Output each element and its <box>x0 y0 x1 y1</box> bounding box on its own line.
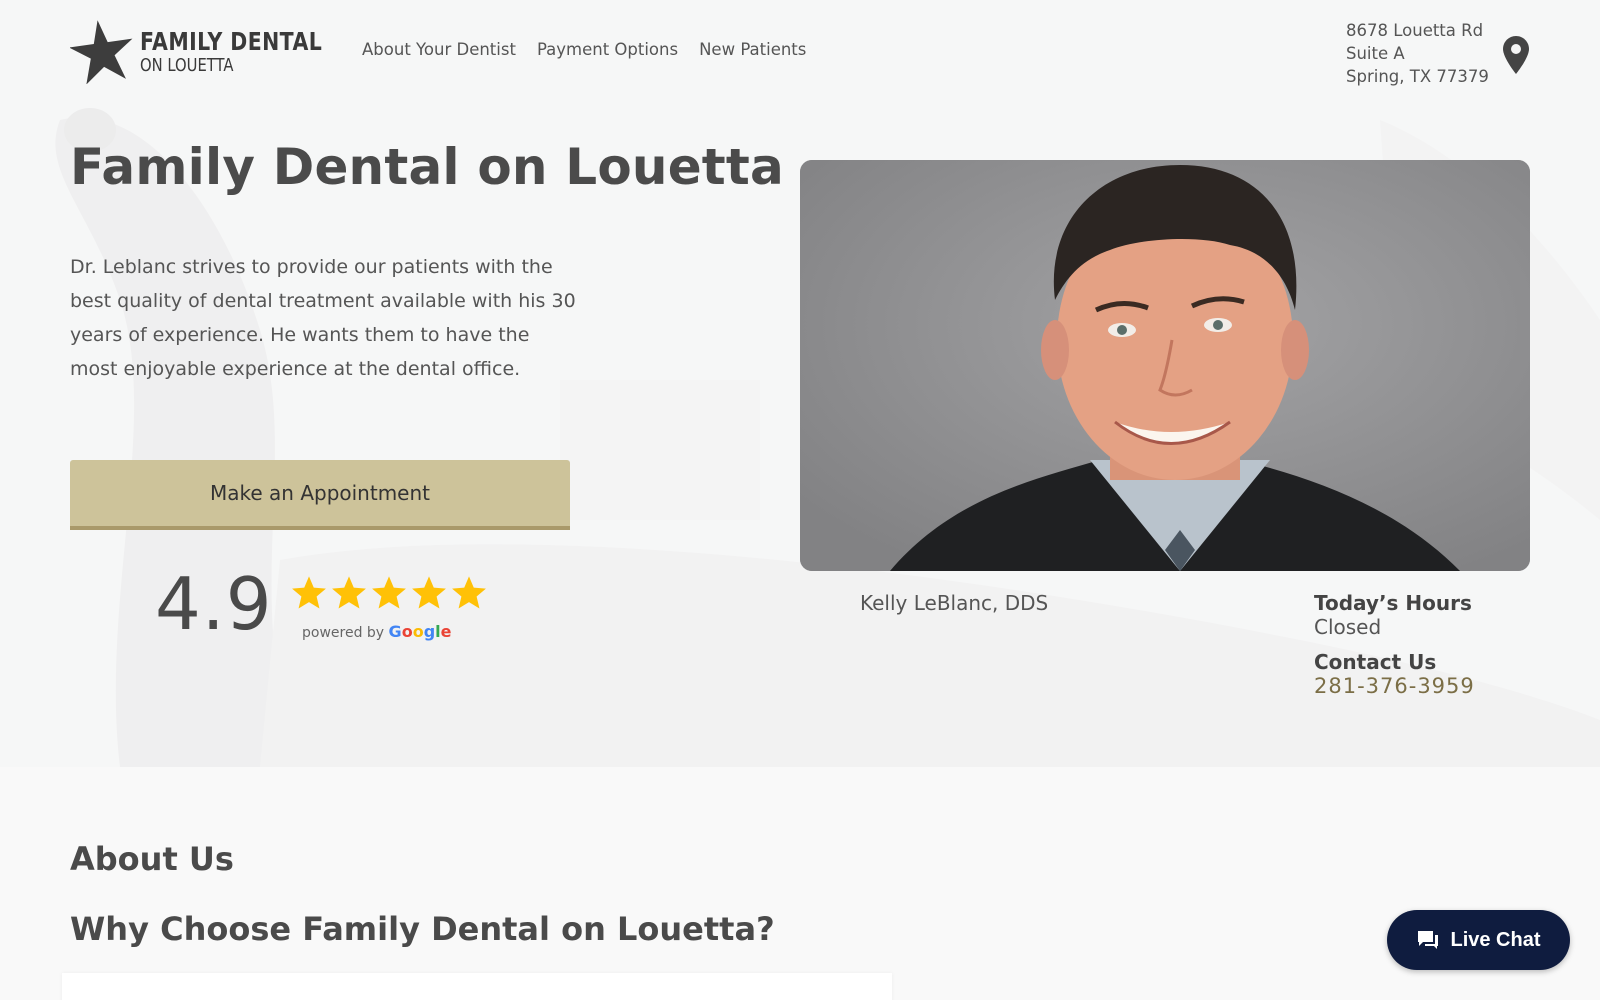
logo-line-2: ON LOUETTA <box>140 55 234 76</box>
dentist-photo <box>800 160 1530 571</box>
star-icon <box>332 576 366 609</box>
star-icon <box>372 576 406 609</box>
address-line-3: Spring, TX 77379 <box>1346 67 1489 86</box>
content-card <box>62 973 892 1000</box>
live-chat-label: Live Chat <box>1450 928 1541 951</box>
dentist-portrait-image <box>800 160 1530 571</box>
about-heading: About Us <box>70 840 234 878</box>
site-logo[interactable]: FAMILY DENTAL ON LOUETTA <box>70 20 362 84</box>
chat-bubble-icon <box>1418 931 1439 949</box>
phone-link[interactable]: 281-376-3959 <box>1314 674 1475 698</box>
page-title: Family Dental on Louetta <box>70 138 784 196</box>
main-nav: About Your Dentist Payment Options New P… <box>362 40 806 59</box>
star-icon <box>292 576 326 609</box>
google-wordmark: Google <box>388 622 452 641</box>
live-chat-button[interactable]: Live Chat <box>1387 910 1570 970</box>
todays-hours-label: Today’s Hours <box>1314 591 1472 615</box>
map-pin-icon[interactable] <box>1503 36 1529 74</box>
nav-about-your-dentist[interactable]: About Your Dentist <box>362 40 516 59</box>
intro-paragraph: Dr. Leblanc strives to provide our patie… <box>70 256 576 380</box>
make-appointment-button[interactable]: Make an Appointment <box>70 460 570 530</box>
star-logo-icon <box>70 20 133 84</box>
star-icon <box>412 576 446 609</box>
nav-new-patients[interactable]: New Patients <box>699 40 806 59</box>
powered-by-google: powered by Google <box>302 622 451 641</box>
todays-hours-value: Closed <box>1314 615 1382 639</box>
star-icon <box>452 576 486 609</box>
why-choose-heading: Why Choose Family Dental on Louetta? <box>70 910 775 948</box>
dentist-caption: Kelly LeBlanc, DDS <box>860 591 1049 615</box>
office-address[interactable]: 8678 Louetta Rd Suite A Spring, TX 77379 <box>1346 19 1489 88</box>
google-rating-value: 4.9 <box>155 562 273 646</box>
contact-us-label: Contact Us <box>1314 650 1437 674</box>
about-section: About Us Why Choose Family Dental on Lou… <box>0 767 1600 1000</box>
address-line-2: Suite A <box>1346 44 1405 63</box>
logo-text: FAMILY DENTAL ON LOUETTA <box>140 29 362 75</box>
powered-by-text: powered by <box>302 625 385 641</box>
nav-payment-options[interactable]: Payment Options <box>537 40 678 59</box>
rating-stars <box>290 574 488 612</box>
logo-line-1: FAMILY DENTAL <box>140 27 323 56</box>
address-line-1: 8678 Louetta Rd <box>1346 21 1484 40</box>
